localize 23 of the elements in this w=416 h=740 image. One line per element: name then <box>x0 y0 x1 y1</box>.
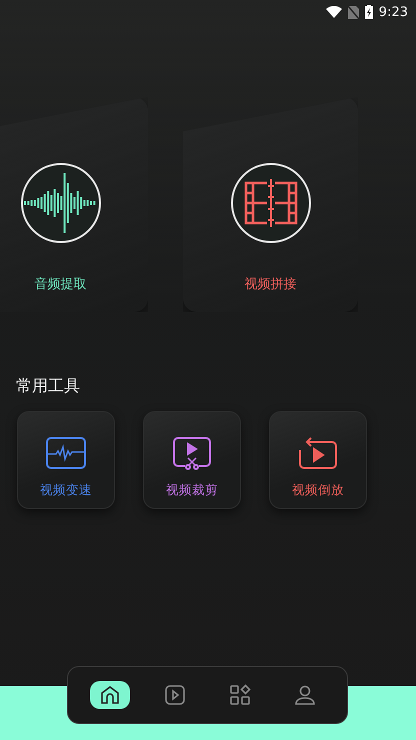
apps-icon <box>228 684 251 706</box>
replay-icon <box>298 436 338 470</box>
wifi-icon <box>326 6 342 18</box>
play-icon <box>164 684 186 706</box>
status-time: 9:23 <box>378 4 408 20</box>
nav-tab[interactable] <box>90 681 130 709</box>
feature-label: 视频拼接 <box>244 276 296 293</box>
film-splice-icon <box>242 178 298 228</box>
home-icon <box>99 684 122 706</box>
profile-icon <box>294 684 316 706</box>
waveform-icon <box>24 172 98 234</box>
tool-card[interactable]: 视频裁剪 <box>143 411 241 509</box>
no-sim-icon <box>348 6 359 18</box>
tool-card[interactable]: 视频倒放 <box>269 411 367 509</box>
section-title: 常用工具 <box>16 376 81 397</box>
waveform-screen-icon <box>46 436 86 470</box>
tool-label: 视频变速 <box>40 482 92 499</box>
tool-card[interactable]: 视频变速 <box>17 411 115 509</box>
battery-charging-icon <box>364 5 373 19</box>
video-scissors-icon <box>172 436 212 470</box>
feature-label: 音频提取 <box>34 276 86 293</box>
tool-label: 视频倒放 <box>292 482 344 499</box>
tool-label: 视频裁剪 <box>166 482 218 499</box>
